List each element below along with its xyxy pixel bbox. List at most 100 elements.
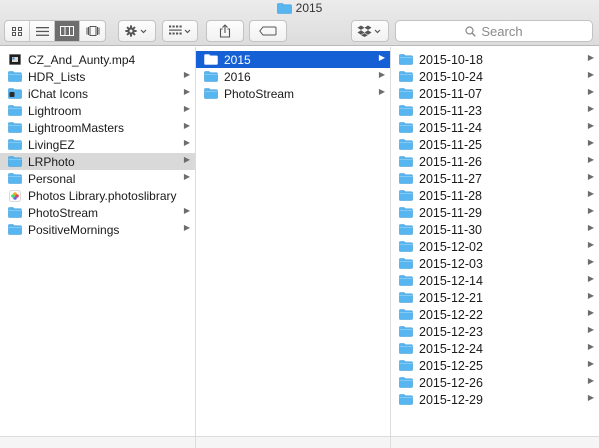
gear-icon xyxy=(125,25,147,37)
column3-item[interactable]: 2015-11-28 ▶ xyxy=(391,187,599,204)
item-label: HDR_Lists xyxy=(28,69,86,84)
column1-item[interactable]: LRPhoto ▶ xyxy=(0,153,195,170)
folder-icon xyxy=(8,105,22,117)
disclosure-arrow-icon: ▶ xyxy=(587,189,594,198)
folder-icon xyxy=(399,377,413,389)
disclosure-arrow-icon: ▶ xyxy=(587,155,594,164)
folder-icon xyxy=(399,88,413,100)
disclosure-arrow-icon: ▶ xyxy=(587,138,594,147)
column2-item[interactable]: 2016 ▶ xyxy=(196,68,390,85)
column3-item[interactable]: 2015-12-22 ▶ xyxy=(391,306,599,323)
folder-icon xyxy=(399,207,413,218)
item-label: 2015-12-02 xyxy=(419,239,483,254)
folder-icon xyxy=(399,139,413,151)
column-view-button[interactable] xyxy=(55,21,80,41)
item-label: Personal xyxy=(28,171,76,186)
column3-item[interactable]: 2015-12-03 ▶ xyxy=(391,255,599,272)
disclosure-arrow-icon: ▶ xyxy=(587,274,594,283)
column-1[interactable]: CZ_And_Aunty.mp4 HDR_Lists ▶ iChat Icons ▶ Li… xyxy=(0,47,196,436)
column3-item[interactable]: 2015-11-24 ▶ xyxy=(391,119,599,136)
list-view-button[interactable] xyxy=(30,21,55,41)
item-label: iChat Icons xyxy=(28,86,89,101)
dropbox-icon xyxy=(357,25,381,37)
search-field[interactable]: Search xyxy=(395,20,593,42)
item-label: 2015-10-18 xyxy=(419,52,483,67)
column-resize-handle-2[interactable] xyxy=(390,437,391,448)
icon-view-button[interactable] xyxy=(5,21,30,41)
column3-item[interactable]: 2015-12-29 ▶ xyxy=(391,391,599,408)
arrange-button[interactable] xyxy=(162,20,198,42)
item-label: 2015-11-23 xyxy=(419,103,483,118)
folder-icon xyxy=(399,275,413,287)
folder-icon xyxy=(399,54,413,66)
column2-item[interactable]: 2015 ▶ xyxy=(196,51,390,68)
action-button[interactable] xyxy=(118,20,156,42)
column3-item[interactable]: 2015-12-21 ▶ xyxy=(391,289,599,306)
folder-icon xyxy=(399,326,413,337)
column-2[interactable]: 2015 ▶ 2016 ▶ PhotoStream ▶ xyxy=(196,47,391,436)
column3-item[interactable]: 2015-11-30 ▶ xyxy=(391,221,599,238)
disclosure-arrow-icon: ▶ xyxy=(587,240,594,249)
disclosure-arrow-icon: ▶ xyxy=(587,87,594,96)
folder-icon xyxy=(204,88,218,100)
item-label: PhotoStream xyxy=(224,86,295,101)
item-label: LightroomMasters xyxy=(28,120,125,135)
column1-item[interactable]: CZ_And_Aunty.mp4 xyxy=(0,51,195,68)
cover-flow-button[interactable] xyxy=(80,21,105,41)
column1-item[interactable]: Lightroom ▶ xyxy=(0,102,195,119)
tag-icon xyxy=(259,26,277,36)
column3-item[interactable]: 2015-12-02 ▶ xyxy=(391,238,599,255)
column1-item[interactable]: PositiveMornings ▶ xyxy=(0,221,195,238)
disclosure-arrow-icon: ▶ xyxy=(587,104,594,113)
item-label: LivingEZ xyxy=(28,137,75,152)
folder-icon xyxy=(8,224,22,236)
item-label: LRPhoto xyxy=(28,154,75,169)
list-view-icon xyxy=(35,26,49,36)
column3-item[interactable]: 2015-12-23 ▶ xyxy=(391,323,599,340)
item-label: 2015-12-14 xyxy=(419,273,483,288)
item-label: 2015-12-26 xyxy=(419,375,483,390)
tags-button[interactable] xyxy=(249,20,287,42)
column3-item[interactable]: 2015-11-23 ▶ xyxy=(391,102,599,119)
disclosure-arrow-icon: ▶ xyxy=(183,70,190,79)
column1-item[interactable]: Personal ▶ xyxy=(0,170,195,187)
column3-item[interactable]: 2015-11-27 ▶ xyxy=(391,170,599,187)
folder-icon xyxy=(399,190,413,201)
column1-item[interactable]: LightroomMasters ▶ xyxy=(0,119,195,136)
column3-item[interactable]: 2015-12-14 ▶ xyxy=(391,272,599,289)
column3-item[interactable]: 2015-11-29 ▶ xyxy=(391,204,599,221)
column3-item[interactable]: 2015-10-24 ▶ xyxy=(391,68,599,85)
folder-icon xyxy=(276,2,292,14)
column3-item[interactable]: 2015-10-18 ▶ xyxy=(391,51,599,68)
column1-item[interactable]: PhotoStream ▶ xyxy=(0,204,195,221)
disclosure-arrow-icon: ▶ xyxy=(587,121,594,130)
column3-item[interactable]: 2015-11-07 ▶ xyxy=(391,85,599,102)
column3-item[interactable]: 2015-11-25 ▶ xyxy=(391,136,599,153)
column2-item[interactable]: PhotoStream ▶ xyxy=(196,85,390,102)
folder-icon xyxy=(399,343,413,355)
column1-item[interactable]: HDR_Lists ▶ xyxy=(0,68,195,85)
column3-item[interactable]: 2015-12-24 ▶ xyxy=(391,340,599,357)
folder-icon xyxy=(204,88,218,99)
disclosure-arrow-icon: ▶ xyxy=(587,393,594,402)
column3-item[interactable]: 2015-12-25 ▶ xyxy=(391,357,599,374)
column-resize-handle-1[interactable] xyxy=(195,437,196,448)
disclosure-arrow-icon: ▶ xyxy=(587,172,594,181)
folder-icon xyxy=(399,207,413,219)
folder-icon xyxy=(399,173,413,184)
disclosure-arrow-icon: ▶ xyxy=(378,53,385,62)
column3-item[interactable]: 2015-12-26 ▶ xyxy=(391,374,599,391)
column-3[interactable]: 2015-10-18 ▶ 2015-10-24 ▶ 2015-11-07 ▶ 2015-11… xyxy=(391,47,599,436)
column1-item[interactable]: Photos Library.photoslibrary xyxy=(0,187,195,204)
dropbox-button[interactable] xyxy=(351,20,389,42)
share-button[interactable] xyxy=(206,20,244,42)
column3-item[interactable]: 2015-11-26 ▶ xyxy=(391,153,599,170)
window-title-text: 2015 xyxy=(295,1,323,15)
share-icon xyxy=(219,24,231,38)
disclosure-arrow-icon: ▶ xyxy=(587,70,594,79)
item-label: 2015-11-07 xyxy=(419,86,483,101)
column1-item[interactable]: LivingEZ ▶ xyxy=(0,136,195,153)
folder-icon xyxy=(399,224,413,236)
column1-item[interactable]: iChat Icons ▶ xyxy=(0,85,195,102)
window-title: 2015 xyxy=(0,1,599,15)
